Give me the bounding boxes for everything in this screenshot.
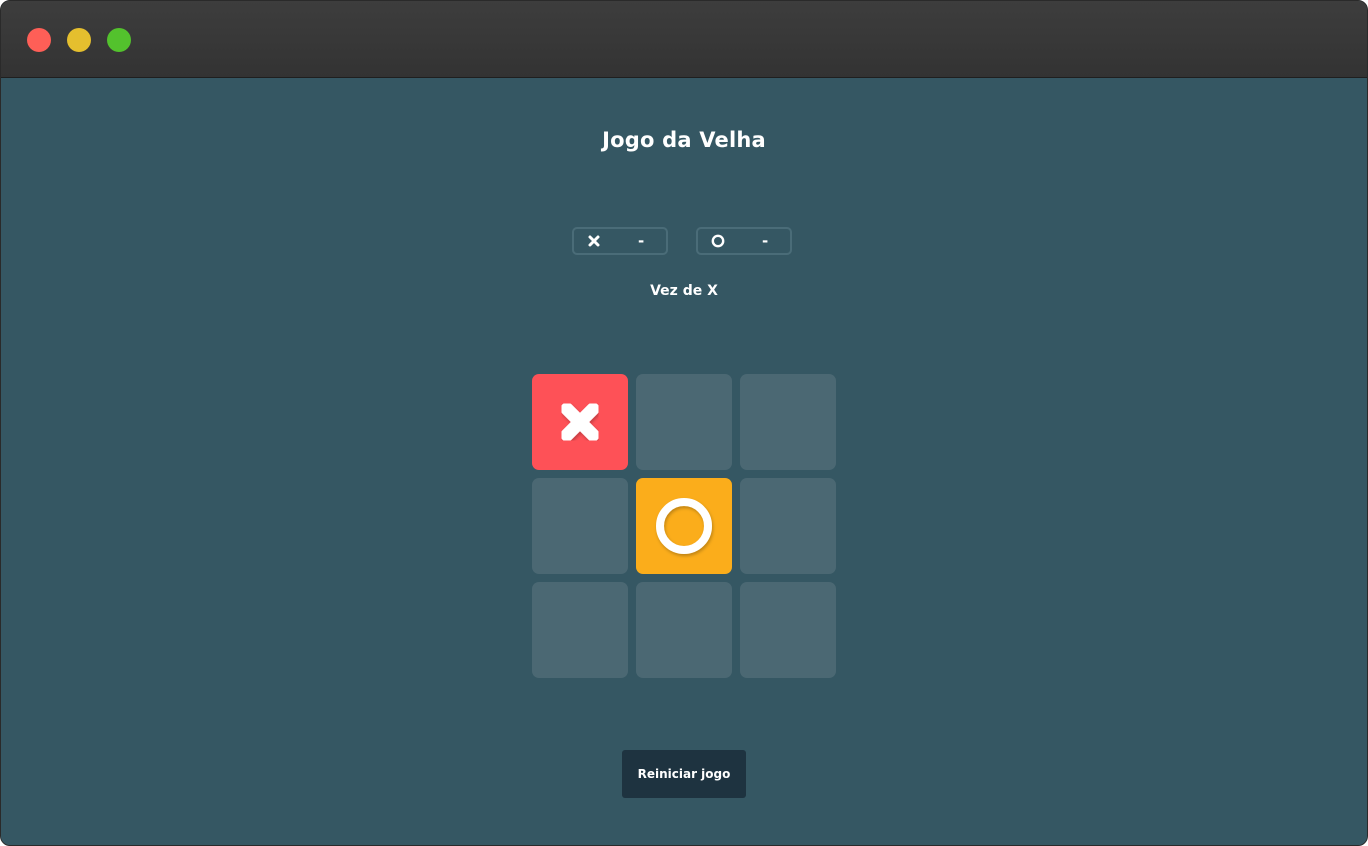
- score-o-value: -: [762, 232, 769, 250]
- page-title: Jogo da Velha: [602, 128, 766, 152]
- restart-button[interactable]: Reiniciar jogo: [622, 750, 746, 798]
- maximize-window-button[interactable]: [107, 28, 131, 52]
- minimize-window-button[interactable]: [67, 28, 91, 52]
- score-x: -: [572, 227, 668, 255]
- board-cell-3-3[interactable]: [740, 582, 836, 678]
- board-cell-3-2[interactable]: [636, 582, 732, 678]
- x-icon: [586, 233, 602, 249]
- board-cell-3-1[interactable]: [532, 582, 628, 678]
- turn-indicator: Vez de X: [650, 283, 718, 299]
- score-o: -: [696, 227, 792, 255]
- board-cell-2-3[interactable]: [740, 478, 836, 574]
- o-mark-icon: [656, 498, 712, 554]
- game-area: Jogo da Velha - - Vez de X Reiniciar jog…: [1, 78, 1367, 845]
- o-icon: [710, 233, 726, 249]
- board-cell-1-2[interactable]: [636, 374, 732, 470]
- close-window-button[interactable]: [27, 28, 51, 52]
- board-cell-2-1[interactable]: [532, 478, 628, 574]
- score-x-value: -: [638, 232, 645, 250]
- x-mark-icon: [560, 402, 600, 442]
- title-bar: [1, 1, 1367, 78]
- game-board: [532, 374, 836, 678]
- board-cell-1-3[interactable]: [740, 374, 836, 470]
- app-window: Jogo da Velha - - Vez de X Reiniciar jog…: [0, 0, 1368, 846]
- board-cell-1-1[interactable]: [532, 374, 628, 470]
- board-cell-2-2[interactable]: [636, 478, 732, 574]
